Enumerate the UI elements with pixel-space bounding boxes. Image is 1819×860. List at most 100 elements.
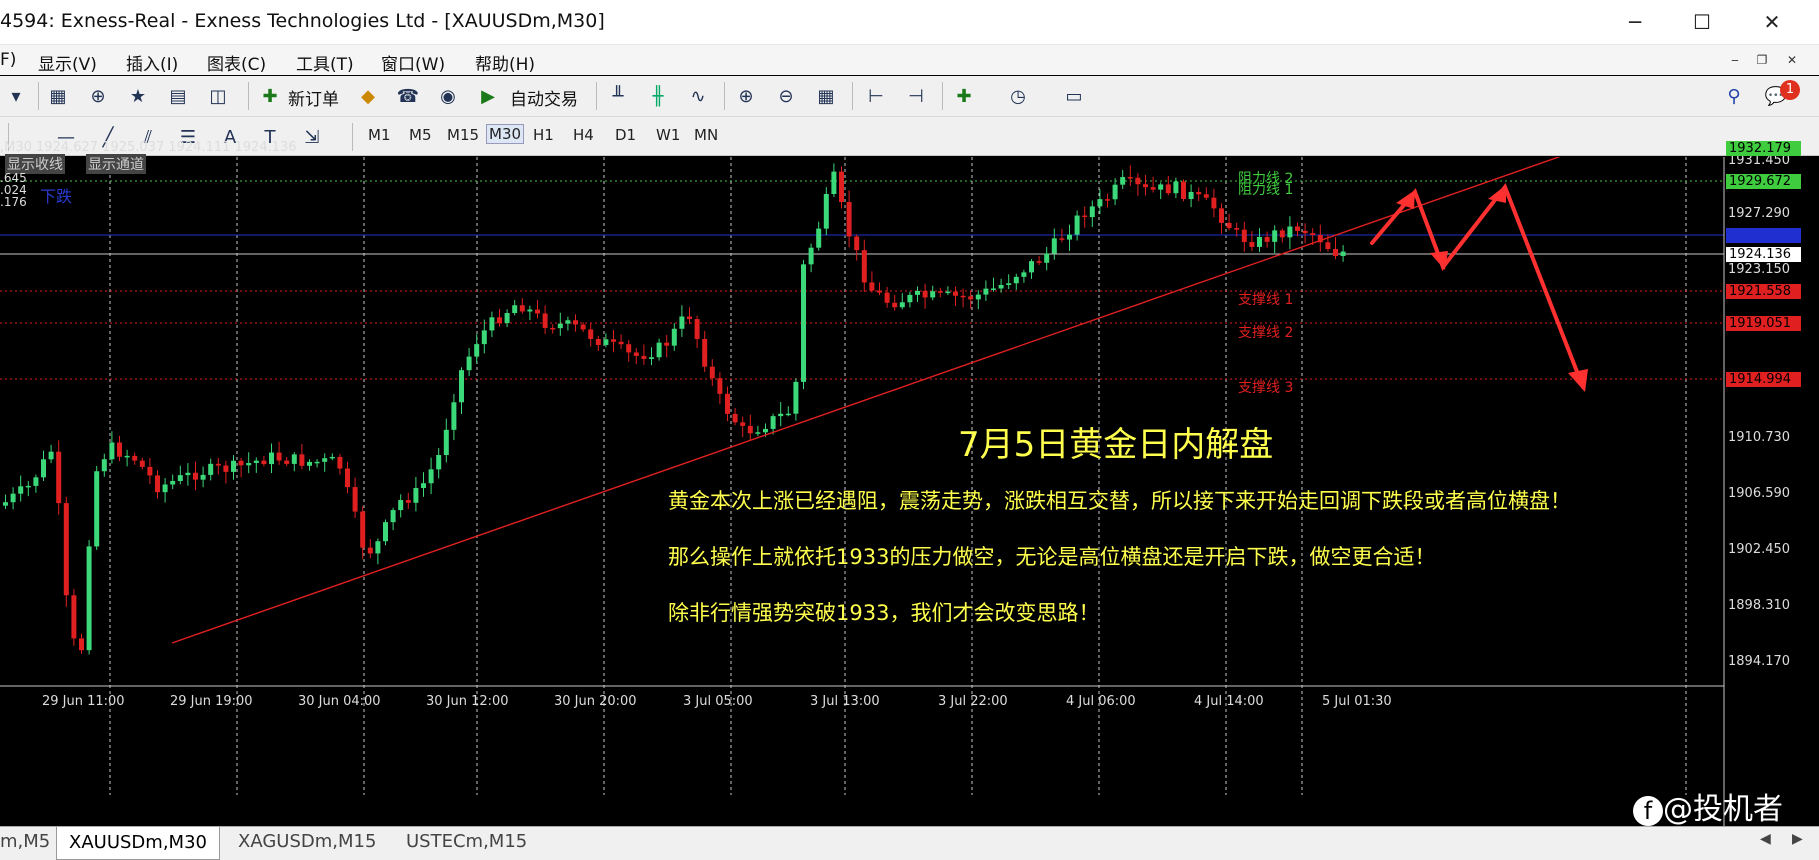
tabs-scroll-left-icon[interactable]: ◀ xyxy=(1760,831,1771,847)
candle-body xyxy=(1036,261,1042,263)
chart-shift-icon[interactable]: ⊣ xyxy=(902,82,930,110)
candle-body xyxy=(656,342,662,358)
candle-body xyxy=(1241,229,1247,243)
candle-body xyxy=(489,317,495,331)
minimize-button[interactable]: ─ xyxy=(1605,0,1665,44)
candle-body xyxy=(421,483,426,488)
price-label: 1923.150 xyxy=(1728,262,1791,277)
candle-body xyxy=(41,459,46,478)
navigator-icon[interactable]: ▤ xyxy=(164,82,192,110)
line-chart-icon[interactable]: ∿ xyxy=(684,82,712,110)
timeframe-mn[interactable]: MN xyxy=(694,126,718,144)
candle-body xyxy=(1295,226,1300,231)
gold-bar-icon[interactable]: ◆ xyxy=(354,82,382,110)
toolbar-separator xyxy=(942,82,943,110)
down-label: 下跌 xyxy=(40,187,73,206)
tab-ustecm-m15[interactable]: USTECm,M15 xyxy=(406,831,527,852)
toolbar-separator xyxy=(352,123,353,151)
candle-body xyxy=(778,413,784,417)
show-channel-button[interactable]: 显示通道 xyxy=(86,154,146,174)
market-watch-icon[interactable]: ▦ xyxy=(44,82,72,110)
tile-windows-icon[interactable]: ▦ xyxy=(812,82,840,110)
timeframe-w1[interactable]: W1 xyxy=(656,126,680,144)
auto-trading-button[interactable]: 自动交易 xyxy=(510,85,578,110)
candle-body xyxy=(360,511,366,548)
market-icon[interactable]: ◉ xyxy=(434,82,462,110)
forecast-zigzag xyxy=(1370,182,1585,389)
candle-body xyxy=(314,461,320,464)
price-chart[interactable]: ,M30 1924.627 1925.037 1924.111 1924.136… xyxy=(0,140,1819,827)
menu-file[interactable]: F) xyxy=(0,50,16,70)
tabs-scroll-right-icon[interactable]: ▶ xyxy=(1792,831,1803,847)
candle-body xyxy=(717,378,723,394)
timeframe-d1[interactable]: D1 xyxy=(615,126,636,144)
timeframe-m15[interactable]: M15 xyxy=(447,126,479,144)
menu-insert[interactable]: 插入(I) xyxy=(126,50,178,75)
candle-body xyxy=(322,458,328,462)
menu-help[interactable]: 帮助(H) xyxy=(475,50,535,75)
candle-body xyxy=(1097,199,1103,207)
favorites-icon[interactable]: ★ xyxy=(124,82,152,110)
candle-body xyxy=(1074,215,1080,235)
profiles-icon[interactable]: ▾ xyxy=(2,82,30,110)
candle-body xyxy=(86,546,92,651)
tab-m5[interactable]: m,M5 xyxy=(0,831,50,852)
candle-body xyxy=(808,247,814,265)
candle-body xyxy=(1257,236,1262,247)
mdi-minimize-button[interactable]: ‒ xyxy=(1725,51,1745,69)
timeframe-h1[interactable]: H1 xyxy=(533,126,554,144)
facebook-icon: f xyxy=(1633,795,1663,826)
zoom-in-icon[interactable]: ⊕ xyxy=(732,82,760,110)
candle-body xyxy=(763,428,768,433)
maximize-button[interactable]: ☐ xyxy=(1672,0,1732,44)
bar-chart-icon[interactable]: ╨ xyxy=(604,82,632,110)
candle-body xyxy=(1067,234,1072,240)
search-icon[interactable]: ⚲ xyxy=(1720,82,1748,110)
candle-body xyxy=(56,451,62,504)
new-order-button[interactable]: 新订单 xyxy=(288,85,339,110)
time-label: 3 Jul 13:00 xyxy=(810,694,880,709)
price-label: 1902.450 xyxy=(1728,542,1791,557)
timeframe-m1[interactable]: M1 xyxy=(368,126,391,144)
candle-body xyxy=(725,393,730,414)
periods-icon[interactable]: ◷ xyxy=(1004,82,1032,110)
candle-body xyxy=(1165,184,1171,194)
new-order-icon[interactable]: ✚ xyxy=(256,82,284,110)
candle-body xyxy=(231,460,236,472)
menu-tools[interactable]: 工具(T) xyxy=(296,50,354,75)
menu-window[interactable]: 窗口(W) xyxy=(381,50,445,75)
arrows-icon[interactable]: ⇲ xyxy=(298,123,326,151)
indicators-icon[interactable]: ✚ xyxy=(950,82,978,110)
templates-icon[interactable]: ▭ xyxy=(1060,82,1088,110)
candle-body xyxy=(428,469,434,484)
timeframe-m5[interactable]: M5 xyxy=(409,126,432,144)
zoom-out-icon[interactable]: ⊖ xyxy=(772,82,800,110)
candle-body xyxy=(687,316,692,320)
candle-body xyxy=(755,432,761,434)
tab-xauusdm-m30[interactable]: XAUUSDm,M30 xyxy=(56,827,220,860)
candle-body xyxy=(117,442,122,457)
auto-trading-icon[interactable]: ▶ xyxy=(474,82,502,110)
mdi-restore-button[interactable]: ❐ xyxy=(1752,51,1772,69)
mdi-close-button[interactable]: ✕ xyxy=(1782,51,1802,69)
toolbar-separator xyxy=(596,82,597,110)
analysis-paragraph-2: 那么操作上就依托1933的压力做空，无论是高位横盘还是开启下跌，做空更合适！ xyxy=(668,545,1436,569)
auto-scroll-icon[interactable]: ⊢ xyxy=(862,82,890,110)
candlestick-chart-icon[interactable]: ╫ xyxy=(644,82,672,110)
tab-xagusdm-m15[interactable]: XAGUSDm,M15 xyxy=(238,831,376,852)
signals-icon[interactable]: ☎ xyxy=(394,82,422,110)
tester-icon[interactable]: ◫ xyxy=(204,82,232,110)
forecast-path[interactable] xyxy=(1370,182,1585,389)
candle-body xyxy=(3,502,8,506)
close-button[interactable]: ✕ xyxy=(1742,0,1802,44)
candle-body xyxy=(405,500,411,503)
crosshair-icon[interactable]: ⊕ xyxy=(84,82,112,110)
timeframe-h4[interactable]: H4 xyxy=(573,126,594,144)
candle-body xyxy=(633,352,639,356)
candle-body xyxy=(162,484,168,493)
candle-body xyxy=(831,171,837,195)
menu-view[interactable]: 显示(V) xyxy=(38,50,97,75)
menu-charts[interactable]: 图表(C) xyxy=(207,50,266,75)
timeframe-m30[interactable]: M30 xyxy=(486,124,525,144)
support-1-label: 支撑线 1 xyxy=(1238,292,1294,308)
